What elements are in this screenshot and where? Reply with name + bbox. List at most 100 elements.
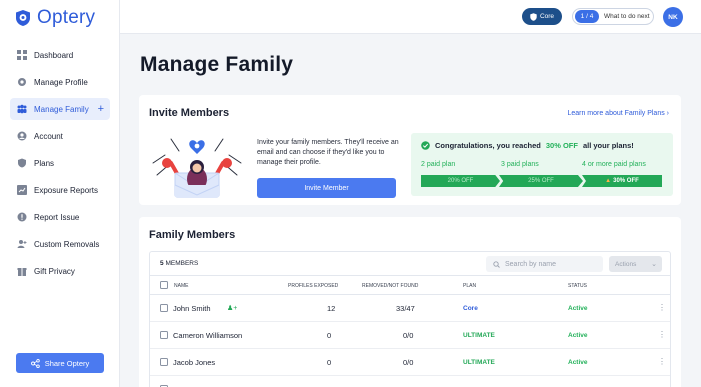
row-menu-icon[interactable]: ⋮	[658, 357, 666, 366]
sidebar-item-dashboard[interactable]: Dashboard	[10, 44, 110, 66]
actions-label: Actions	[615, 260, 637, 268]
invite-description: Invite your family members. They'll rece…	[257, 139, 399, 166]
sidebar: Optery Dashboard Manage Profile Manage F…	[0, 0, 120, 387]
tier-bar-4: ▲ 30% OFF	[582, 175, 662, 187]
col-removed-not-found[interactable]: REMOVED/NOT FOUND	[362, 283, 418, 289]
tier-bar-2: 20% OFF	[421, 175, 500, 187]
sidebar-nav: Dashboard Manage Profile Manage Family +…	[10, 44, 110, 287]
dashboard-icon	[17, 50, 27, 60]
status-value: Active	[568, 332, 588, 339]
page-title: Manage Family	[140, 53, 294, 76]
member-count-value: 5	[160, 260, 164, 267]
check-badge-icon	[421, 141, 430, 150]
gear-icon	[18, 78, 26, 86]
plan-shield-icon	[530, 12, 537, 21]
search-placeholder: Search by name	[505, 260, 556, 268]
share-optery-button[interactable]: Share Optery	[16, 353, 104, 373]
sidebar-item-label: Custom Removals	[34, 239, 100, 249]
promo-prefix: Congratulations, you reached	[435, 141, 541, 150]
col-name[interactable]: NAME	[174, 283, 188, 289]
row-checkbox[interactable]	[160, 358, 168, 366]
sidebar-item-label: Manage Family	[34, 104, 89, 114]
user-add-icon	[17, 240, 27, 248]
sidebar-item-label: Manage Profile	[34, 77, 88, 87]
tier-label-4: 4 or more paid plans	[582, 161, 646, 168]
gift-icon	[17, 268, 27, 276]
sidebar-item-label: Gift Privacy	[34, 266, 75, 276]
profiles-exposed: 0	[327, 331, 332, 340]
sidebar-item-manage-profile[interactable]: Manage Profile	[10, 71, 110, 93]
sidebar-item-report-issue[interactable]: Report Issue	[10, 206, 110, 228]
brand-name: Optery	[37, 7, 96, 28]
what-to-do-next-label: What to do next	[604, 13, 650, 20]
share-icon	[30, 358, 40, 368]
row-menu-icon[interactable]: ⋮	[658, 330, 666, 339]
optery-logo[interactable]: Optery	[15, 7, 95, 29]
sidebar-item-custom-removals[interactable]: Custom Removals	[10, 233, 110, 255]
actions-dropdown[interactable]: Actions ⌄	[609, 256, 662, 272]
sidebar-item-label: Dashboard	[34, 50, 74, 60]
table-row[interactable]: Jacob Jones 0 0/0 ULTIMATE Active ⋮	[150, 349, 670, 376]
add-icon[interactable]: +	[98, 103, 104, 115]
plan-value: ULTIMATE	[463, 332, 495, 339]
member-count-suffix: MEMBERS	[165, 260, 199, 267]
table-toolbar: 5 MEMBERS Search by name Actions ⌄	[150, 252, 670, 276]
tier-discount: 20% OFF	[447, 178, 474, 184]
sidebar-item-account[interactable]: Account	[10, 125, 110, 147]
alert-icon	[17, 212, 27, 222]
learn-more-link[interactable]: Learn more about Family Plans ›	[567, 110, 669, 117]
profiles-exposed: 12	[327, 304, 336, 313]
tier-discount: 30% OFF	[613, 178, 639, 184]
invite-members-heading: Invite Members	[149, 107, 230, 119]
search-icon	[493, 260, 500, 268]
plan-label: Core	[539, 13, 555, 20]
sidebar-item-exposure-reports[interactable]: Exposure Reports	[10, 179, 110, 201]
plan-value: Core	[463, 305, 478, 312]
promo-suffix: all your plans!	[582, 141, 634, 150]
status-value: Active	[568, 359, 588, 366]
shield-icon	[18, 158, 26, 168]
sidebar-item-label: Account	[34, 131, 63, 141]
row-checkbox[interactable]	[160, 304, 168, 312]
table-header: NAME PROFILES EXPOSED REMOVED/NOT FOUND …	[150, 276, 670, 295]
tier-label-3: 3 paid plans	[501, 161, 539, 168]
user-icon	[17, 131, 27, 141]
select-all-checkbox[interactable]	[160, 281, 168, 289]
member-name: John Smith	[173, 304, 211, 313]
user-avatar[interactable]: NK	[663, 7, 683, 27]
sidebar-item-manage-family[interactable]: Manage Family +	[10, 98, 110, 120]
row-checkbox[interactable]	[160, 331, 168, 339]
flame-icon: ▲	[605, 178, 612, 184]
sidebar-item-label: Plans	[34, 158, 55, 168]
table-row[interactable]: John Smith ♟+ 12 33/47 Core Active ⋮	[150, 295, 670, 322]
member-name: Cameron Williamson	[173, 331, 243, 340]
top-bar: Core 1 / 4 What to do next NK	[120, 0, 701, 34]
optery-shield-icon	[16, 10, 30, 26]
profiles-exposed: 0	[327, 358, 332, 367]
members-table: 5 MEMBERS Search by name Actions ⌄ NAME …	[149, 251, 671, 387]
sidebar-item-label: Report Issue	[34, 212, 80, 222]
sidebar-item-plans[interactable]: Plans	[10, 152, 110, 174]
invite-members-card: Invite Members Learn more about Family P…	[139, 95, 681, 205]
table-row[interactable]	[150, 376, 670, 387]
family-icon	[17, 104, 27, 114]
tier-bar-3: 25% OFF	[499, 175, 583, 187]
search-input[interactable]: Search by name	[486, 256, 603, 272]
sidebar-item-label: Exposure Reports	[34, 185, 99, 195]
member-name: Jacob Jones	[173, 358, 216, 367]
promo-message: Congratulations, you reached 30% OFF all…	[421, 141, 634, 150]
table-row[interactable]: Cameron Williamson 0 0/0 ULTIMATE Active…	[150, 322, 670, 349]
col-profiles-exposed[interactable]: PROFILES EXPOSED	[288, 283, 338, 289]
owner-icon: ♟+	[227, 305, 238, 312]
col-plan[interactable]: PLAN	[463, 283, 476, 289]
what-to-do-next-button[interactable]: 1 / 4 What to do next	[572, 8, 654, 25]
removed-not-found: 33/47	[396, 304, 415, 313]
progress-counter: 1 / 4	[575, 10, 599, 23]
member-count: 5 MEMBERS	[160, 260, 198, 267]
col-status[interactable]: STATUS	[568, 283, 587, 289]
sidebar-item-gift-privacy[interactable]: Gift Privacy	[10, 260, 110, 282]
family-members-heading: Family Members	[149, 229, 236, 241]
plan-badge[interactable]: Core	[522, 8, 562, 25]
row-menu-icon[interactable]: ⋮	[658, 303, 666, 312]
invite-member-button[interactable]: Invite Member	[257, 178, 396, 198]
